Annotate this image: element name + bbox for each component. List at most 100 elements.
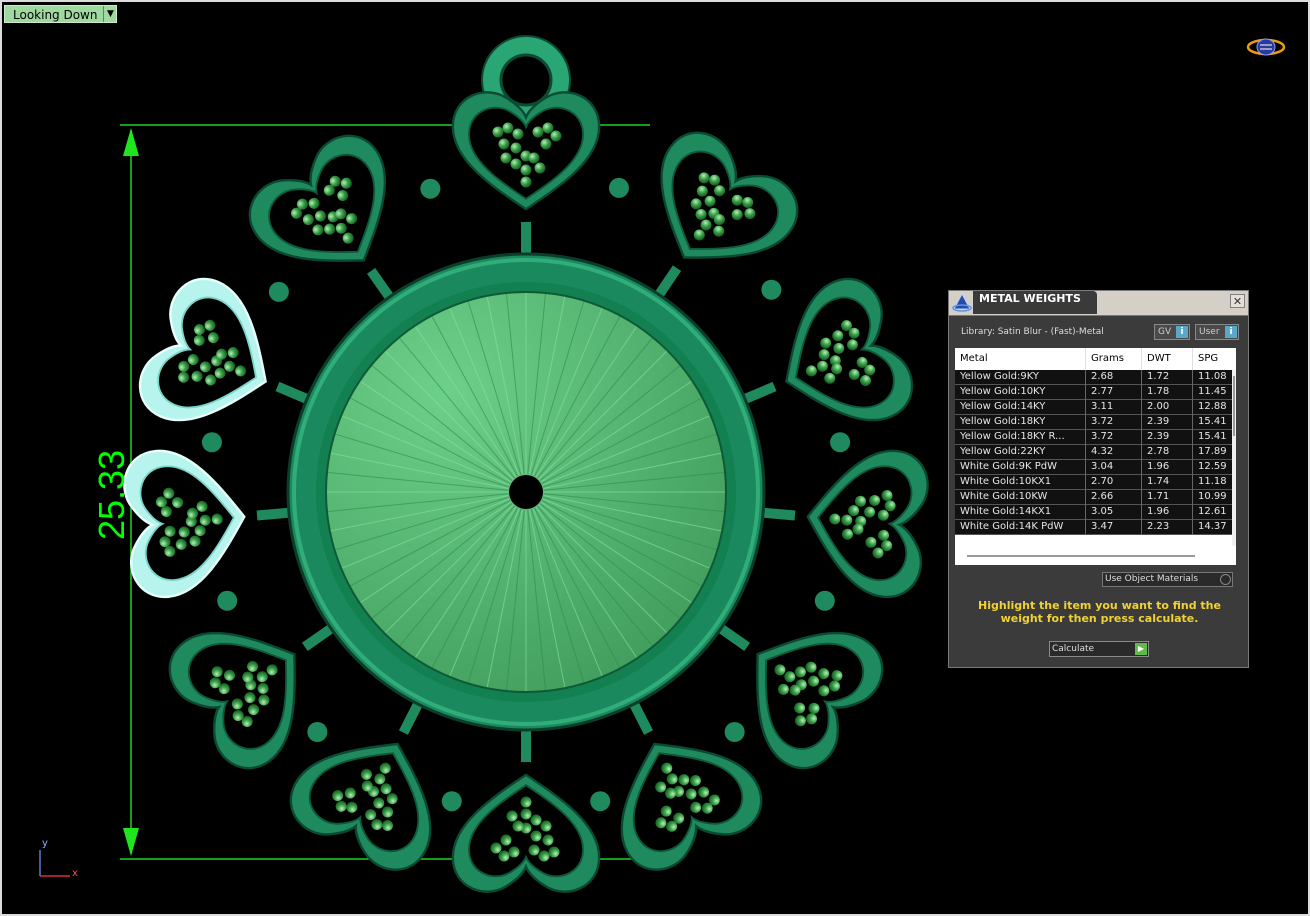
cell-spg: 17.89 bbox=[1192, 445, 1232, 460]
metal-table[interactable]: Metal Grams DWT SPG Yellow Gold:9KY 2.68 1… bbox=[955, 348, 1236, 565]
table-row[interactable]: Yellow Gold:10KY 2.77 1.78 11.45 bbox=[955, 385, 1232, 400]
cell-metal: Yellow Gold:22KY bbox=[960, 446, 1046, 457]
bead bbox=[498, 138, 510, 150]
cell-dwt: 1.72 bbox=[1141, 370, 1192, 385]
cell-grams: 3.72 bbox=[1085, 430, 1141, 445]
heart-frame bbox=[660, 131, 799, 259]
table-row[interactable]: Yellow Gold:18KY R... 3.72 2.39 15.41 bbox=[955, 430, 1232, 445]
bead bbox=[512, 128, 524, 140]
table-row[interactable]: White Gold:14K PdW 3.47 2.23 14.37 bbox=[955, 520, 1232, 535]
cell-spg: 10.99 bbox=[1192, 490, 1232, 505]
view-select[interactable]: Looking Down ▼ bbox=[4, 5, 118, 23]
dimension-label: 25.33 bbox=[91, 449, 132, 540]
bead bbox=[510, 158, 522, 170]
horizontal-scrollbar[interactable] bbox=[955, 548, 1236, 565]
cell-spg: 14.37 bbox=[1192, 520, 1232, 535]
bead bbox=[530, 814, 542, 826]
view-select-label: Looking Down bbox=[13, 8, 98, 22]
cell-dwt: 1.96 bbox=[1141, 505, 1192, 520]
close-icon[interactable]: ✕ bbox=[1230, 294, 1245, 308]
bead bbox=[500, 834, 512, 846]
connector bbox=[307, 721, 328, 742]
cell-dwt: 2.23 bbox=[1141, 520, 1192, 535]
table-row[interactable]: White Gold:9K PdW 3.04 1.96 12.59 bbox=[955, 460, 1232, 475]
cell-spg: 15.41 bbox=[1192, 415, 1232, 430]
heart-frame bbox=[168, 631, 296, 770]
orbit-logo-icon[interactable] bbox=[1246, 36, 1286, 58]
table-row[interactable]: Yellow Gold:14KY 3.11 2.00 12.88 bbox=[955, 400, 1232, 415]
cell-spg: 12.59 bbox=[1192, 460, 1232, 475]
cell-dwt: 1.78 bbox=[1141, 385, 1192, 400]
table-row[interactable]: Yellow Gold:9KY 2.68 1.72 11.08 bbox=[955, 370, 1232, 385]
cell-metal: White Gold:10KW bbox=[960, 491, 1048, 502]
column-header-spg[interactable]: SPG bbox=[1192, 348, 1236, 370]
bead bbox=[538, 850, 550, 862]
connector bbox=[420, 178, 441, 199]
scroll-thumb[interactable] bbox=[1233, 376, 1235, 436]
gv-toggle[interactable]: GV i bbox=[1154, 324, 1190, 340]
connector bbox=[761, 279, 782, 300]
table-row[interactable]: White Gold:10KW 2.66 1.71 10.99 bbox=[955, 490, 1232, 505]
bead bbox=[534, 162, 546, 174]
cell-grams: 3.05 bbox=[1085, 505, 1141, 520]
bead bbox=[540, 138, 552, 150]
cell-dwt: 2.00 bbox=[1141, 400, 1192, 415]
connector bbox=[608, 177, 629, 198]
table-header: Metal Grams DWT SPG bbox=[955, 348, 1236, 370]
table-row[interactable]: Yellow Gold:22KY 4.32 2.78 17.89 bbox=[955, 445, 1232, 460]
library-label: Library: Satin Blur - (Fast)-Metal bbox=[961, 327, 1104, 337]
chevron-down-icon[interactable]: ▼ bbox=[103, 6, 116, 22]
bead bbox=[520, 164, 532, 176]
table-row[interactable]: White Gold:10KX1 2.70 1.74 11.18 bbox=[955, 475, 1232, 490]
connector bbox=[217, 590, 238, 611]
cell-dwt: 2.78 bbox=[1141, 445, 1192, 460]
cell-spg: 12.88 bbox=[1192, 400, 1232, 415]
cell-metal: White Gold:14KX1 bbox=[960, 506, 1052, 517]
connector bbox=[268, 281, 289, 302]
axis-x-label: x bbox=[72, 868, 78, 879]
center-medallion bbox=[286, 252, 766, 732]
panel-titlebar[interactable]: METAL WEIGHTS ✕ bbox=[949, 291, 1248, 316]
axis-y-label: y bbox=[42, 838, 48, 849]
vertical-scrollbar[interactable] bbox=[1232, 370, 1236, 546]
heart-frame bbox=[248, 134, 387, 262]
connector bbox=[814, 590, 835, 611]
cell-dwt: 1.74 bbox=[1141, 475, 1192, 490]
user-toggle[interactable]: User i bbox=[1195, 324, 1239, 340]
cell-metal: Yellow Gold:18KY bbox=[960, 416, 1046, 427]
info-icon: i bbox=[1225, 326, 1237, 338]
cell-metal: Yellow Gold:10KY bbox=[960, 386, 1046, 397]
cell-grams: 2.66 bbox=[1085, 490, 1141, 505]
bead bbox=[540, 820, 552, 832]
column-header-grams[interactable]: Grams bbox=[1085, 348, 1141, 370]
calculate-label: Calculate bbox=[1052, 644, 1095, 654]
bead bbox=[490, 842, 502, 854]
cell-spg: 11.45 bbox=[1192, 385, 1232, 400]
gv-toggle-label: GV bbox=[1158, 327, 1172, 337]
scroll-thumb[interactable] bbox=[967, 555, 1195, 557]
column-header-dwt[interactable]: DWT bbox=[1141, 348, 1192, 370]
heart-frame bbox=[620, 742, 763, 871]
panel-title: METAL WEIGHTS bbox=[973, 291, 1097, 314]
bead bbox=[500, 152, 512, 164]
cell-metal: White Gold:10KX1 bbox=[960, 476, 1052, 487]
pyramid-app-icon bbox=[952, 292, 972, 312]
bead bbox=[530, 830, 542, 842]
info-icon: i bbox=[1176, 326, 1188, 338]
3d-viewport[interactable]: Looking Down ▼ 25.33 y x METAL WEIGHTS ✕… bbox=[0, 0, 1310, 916]
bead bbox=[550, 130, 562, 142]
heart-frame bbox=[451, 773, 601, 893]
bead bbox=[520, 796, 532, 808]
metal-weights-panel[interactable]: METAL WEIGHTS ✕ Library: Satin Blur - (F… bbox=[948, 290, 1249, 668]
calculate-button[interactable]: Calculate ▶ bbox=[1049, 641, 1149, 657]
bead bbox=[542, 122, 554, 134]
cell-metal: Yellow Gold:18KY R... bbox=[960, 431, 1065, 442]
table-row[interactable]: White Gold:14KX1 3.05 1.96 12.61 bbox=[955, 505, 1232, 520]
column-header-metal[interactable]: Metal bbox=[955, 348, 1085, 370]
cell-grams: 4.32 bbox=[1085, 445, 1141, 460]
cell-grams: 3.72 bbox=[1085, 415, 1141, 430]
use-object-materials-select[interactable]: Use Object Materials bbox=[1102, 572, 1233, 587]
table-row[interactable]: Yellow Gold:18KY 3.72 2.39 15.41 bbox=[955, 415, 1232, 430]
bead bbox=[506, 810, 518, 822]
cell-metal: White Gold:9K PdW bbox=[960, 461, 1057, 472]
